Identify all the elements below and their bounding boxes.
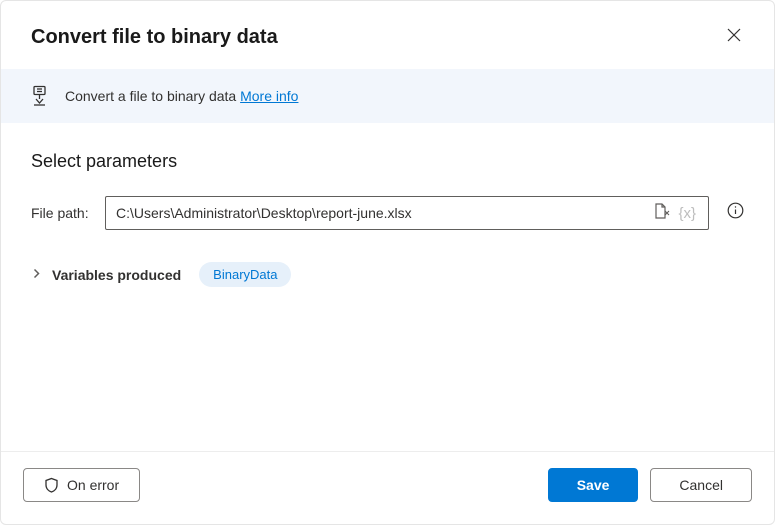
- more-info-link[interactable]: More info: [240, 88, 298, 104]
- binary-file-icon: [31, 85, 51, 107]
- info-text: Convert a file to binary data More info: [65, 88, 298, 104]
- shield-icon: [44, 477, 59, 493]
- file-path-label: File path:: [31, 205, 95, 221]
- insert-variable-button[interactable]: {x}: [674, 205, 702, 222]
- file-picker-button[interactable]: [648, 202, 674, 225]
- file-path-input[interactable]: [116, 205, 648, 221]
- info-banner: Convert a file to binary data More info: [1, 69, 774, 123]
- variables-expand-toggle[interactable]: [31, 266, 42, 284]
- file-picker-icon: [652, 202, 670, 225]
- variable-token-icon: {x}: [678, 205, 696, 222]
- chevron-right-icon: [31, 266, 42, 284]
- variable-pill-binarydata[interactable]: BinaryData: [199, 262, 291, 287]
- section-title: Select parameters: [31, 151, 744, 172]
- file-path-input-wrapper: {x}: [105, 196, 709, 230]
- save-button[interactable]: Save: [548, 468, 639, 502]
- variables-produced-label: Variables produced: [52, 267, 181, 283]
- info-circle-icon: [727, 202, 744, 224]
- close-icon: [727, 28, 741, 47]
- info-description: Convert a file to binary data: [65, 88, 240, 104]
- on-error-label: On error: [67, 477, 119, 493]
- close-button[interactable]: [718, 21, 750, 53]
- cancel-button[interactable]: Cancel: [650, 468, 752, 502]
- file-path-help-button[interactable]: [719, 202, 744, 224]
- dialog-title: Convert file to binary data: [31, 26, 278, 49]
- on-error-button[interactable]: On error: [23, 468, 140, 502]
